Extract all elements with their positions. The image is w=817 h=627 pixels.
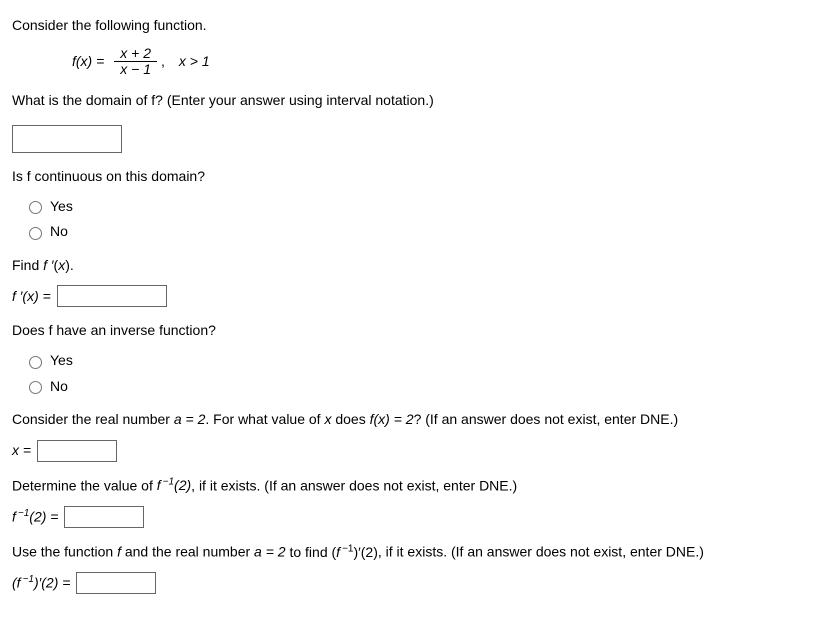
- denominator: x − 1: [114, 62, 157, 77]
- q7-finv: f −1(2): [157, 477, 191, 493]
- numerator: x + 2: [114, 46, 157, 62]
- inverse-question: Does f have an inverse function?: [12, 321, 805, 341]
- continuous-yes-radio[interactable]: [29, 201, 42, 214]
- finv-question: Determine the value of f −1(2), if it ex…: [12, 476, 805, 496]
- q6-does: does: [331, 411, 369, 427]
- radio-row-no: No: [24, 222, 805, 242]
- domain-question: What is the domain of f? (Enter your ans…: [12, 91, 805, 111]
- fprime-label: f ′(x) =: [12, 287, 51, 307]
- real-number-question: Consider the real number a = 2. For what…: [12, 410, 805, 430]
- q8-suffix: , if it exists. (If an answer does not e…: [378, 544, 704, 560]
- q6-a-eq: a = 2: [174, 411, 206, 427]
- q7-suffix: , if it exists. (If an answer does not e…: [191, 477, 517, 493]
- finvp-input[interactable]: [76, 572, 156, 594]
- inverse-radio-group: Yes No: [24, 351, 805, 396]
- continuous-radio-group: Yes No: [24, 197, 805, 242]
- q8-prefix: Use the function: [12, 544, 117, 560]
- domain-condition: x > 1: [179, 52, 210, 72]
- comma: ,: [161, 52, 165, 72]
- finv-answer-line: f −1(2) =: [12, 506, 805, 528]
- radio-row-yes: Yes: [24, 197, 805, 217]
- q6-prefix: Consider the real number: [12, 411, 174, 427]
- inverse-row-yes: Yes: [24, 351, 805, 371]
- finv-label: f −1(2) =: [12, 507, 58, 527]
- q8-mid2: to find (f −1)′(2): [286, 544, 378, 560]
- q7-prefix: Determine the value of: [12, 477, 157, 493]
- finvp-label: (f −1)′(2) =: [12, 573, 70, 593]
- q8-a: a = 2: [254, 544, 286, 560]
- yes-label: Yes: [50, 197, 73, 217]
- x-input[interactable]: [37, 440, 117, 462]
- inverse-no-label: No: [50, 377, 68, 397]
- inverse-yes-radio[interactable]: [29, 356, 42, 369]
- q8-mid1: and the real number: [121, 544, 254, 560]
- finv-input[interactable]: [64, 506, 144, 528]
- no-label: No: [50, 222, 68, 242]
- inverse-yes-label: Yes: [50, 351, 73, 371]
- fprime-answer-line: f ′(x) =: [12, 285, 805, 307]
- inverse-row-no: No: [24, 377, 805, 397]
- continuous-no-radio[interactable]: [29, 227, 42, 240]
- domain-input[interactable]: [12, 125, 122, 153]
- q6-fx: f(x) = 2: [370, 411, 414, 427]
- function-formula: f(x) = x + 2 x − 1 , x > 1: [72, 46, 805, 78]
- fprime-input[interactable]: [57, 285, 167, 307]
- x-label: x =: [12, 441, 31, 461]
- x-answer-line: x =: [12, 440, 805, 462]
- fraction: x + 2 x − 1: [114, 46, 157, 78]
- q6-suffix: ? (If an answer does not exist, enter DN…: [414, 411, 679, 427]
- inverse-no-radio[interactable]: [29, 381, 42, 394]
- continuous-question: Is f continuous on this domain?: [12, 167, 805, 187]
- q6-mid: . For what value of: [205, 411, 324, 427]
- finvp-question: Use the function f and the real number a…: [12, 542, 805, 562]
- fx-equals: f(x) =: [72, 52, 104, 72]
- find-fprime-question: Find f ′(x).: [12, 256, 805, 276]
- finvp-answer-line: (f −1)′(2) =: [12, 572, 805, 594]
- intro-text: Consider the following function.: [12, 16, 805, 36]
